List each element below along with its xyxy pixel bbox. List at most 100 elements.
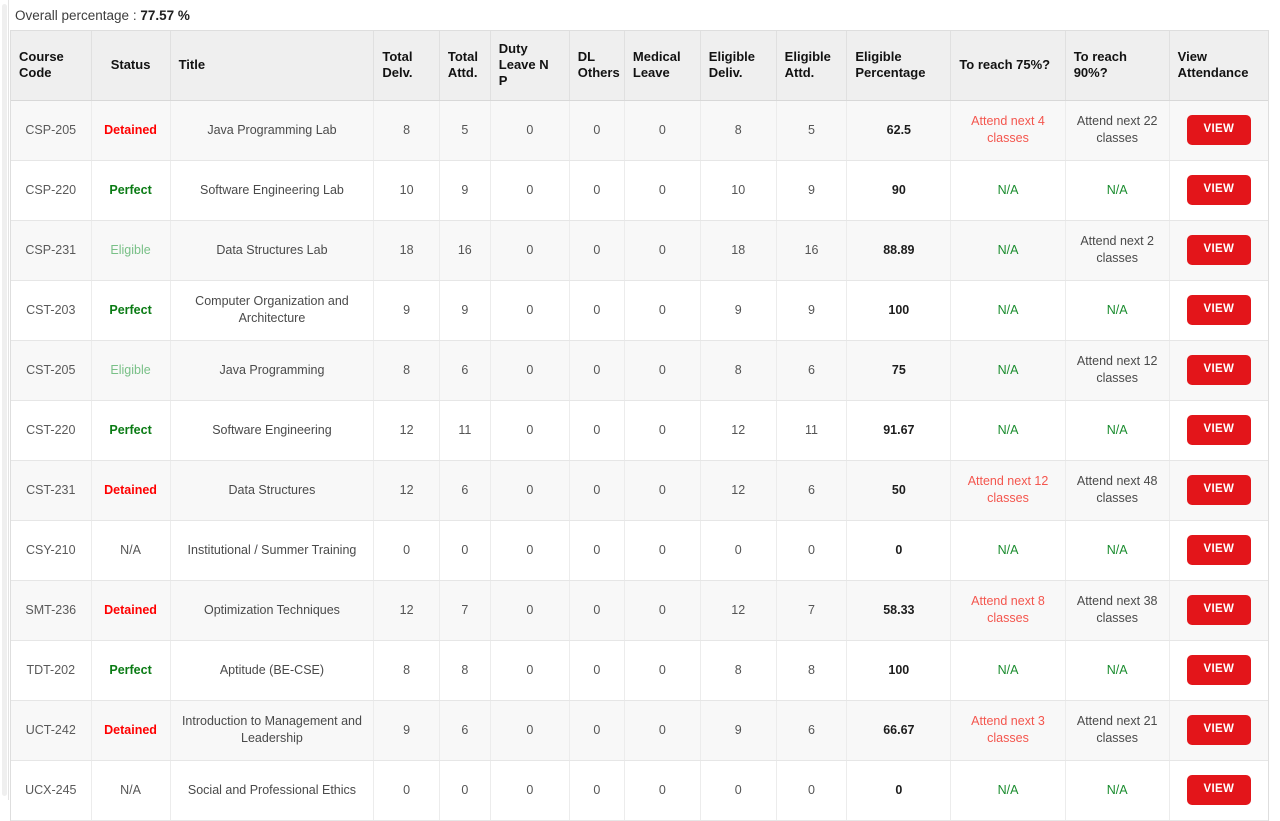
cell-eligible-deliv: 8: [700, 100, 777, 161]
cell-title: Computer Organization and Architecture: [170, 280, 375, 341]
cell-duty-leave-np: 0: [490, 400, 570, 461]
cell-duty-leave-np-text: 0: [526, 182, 534, 197]
cell-total-delv-text: 0: [403, 542, 411, 557]
cell-eligible-percentage: 58.33: [846, 580, 952, 641]
cell-dl-others-text: 0: [593, 182, 601, 197]
cell-status: Eligible: [91, 220, 171, 281]
cell-status: Detained: [91, 460, 171, 521]
cell-eligible-percentage: 90: [846, 160, 952, 221]
cell-status-text: Perfect: [109, 182, 152, 197]
cell-to-reach-75: Attend next 4 classes: [950, 100, 1066, 161]
cell-eligible-attd: 6: [776, 460, 848, 521]
cell-status: Eligible: [91, 340, 171, 401]
cell-title-text: Java Programming: [219, 362, 325, 377]
cell-status: N/A: [91, 520, 171, 581]
cell-status: Perfect: [91, 280, 171, 341]
cell-eligible-attd-text: 0: [808, 782, 815, 797]
view-attendance-button[interactable]: VIEW: [1186, 235, 1252, 265]
cell-medical-leave: 0: [624, 160, 701, 221]
cell-to-reach-75-text: Attend next 8 classes: [971, 594, 1045, 626]
cell-course-code: CSP-220: [11, 160, 92, 221]
cell-total-attd-text: 0: [461, 542, 469, 557]
scrollbar-thumb[interactable]: [2, 4, 7, 796]
cell-total-delv: 12: [373, 580, 440, 641]
table-row: TDT-202 Perfect Aptitude (BE-CSE) 8 8 0 0 0 8 8 10…: [11, 640, 1268, 701]
cell-duty-leave-np: 0: [490, 100, 570, 161]
cell-medical-leave-text: 0: [658, 602, 666, 617]
cell-status-text: N/A: [120, 782, 141, 797]
view-attendance-button[interactable]: VIEW: [1186, 295, 1252, 325]
cell-total-attd-text: 9: [461, 302, 469, 317]
view-attendance-button[interactable]: VIEW: [1186, 715, 1252, 745]
cell-dl-others: 0: [569, 400, 625, 461]
cell-dl-others: 0: [569, 460, 625, 521]
cell-total-delv: 8: [373, 640, 440, 701]
cell-to-reach-75: Attend next 3 classes: [950, 700, 1066, 761]
cell-to-reach-90-text: Attend next 12 classes: [1076, 354, 1158, 386]
cell-total-attd-text: 7: [461, 602, 469, 617]
cell-view-attendance: VIEW: [1169, 400, 1268, 461]
view-attendance-button[interactable]: VIEW: [1186, 595, 1252, 625]
cell-title-text: Social and Professional Ethics: [187, 782, 357, 797]
cell-to-reach-75-text: N/A: [997, 662, 1019, 677]
cell-dl-others-text: 0: [593, 242, 601, 257]
cell-total-delv: 9: [373, 700, 440, 761]
cell-eligible-percentage: 100: [846, 280, 952, 341]
cell-duty-leave-np-text: 0: [526, 602, 534, 617]
cell-total-delv-text: 9: [403, 722, 411, 737]
cell-status-text: Eligible: [110, 242, 151, 257]
cell-to-reach-75-text: N/A: [997, 782, 1019, 797]
cell-medical-leave: 0: [624, 700, 701, 761]
cell-to-reach-75: N/A: [950, 760, 1066, 821]
view-attendance-button[interactable]: VIEW: [1186, 415, 1252, 445]
cell-eligible-percentage: 66.67: [846, 700, 952, 761]
cell-eligible-percentage: 62.5: [846, 100, 952, 161]
view-attendance-button[interactable]: VIEW: [1186, 175, 1252, 205]
cell-total-delv-text: 12: [399, 482, 414, 497]
cell-title-text: Computer Organization and Architecture: [195, 294, 349, 326]
cell-eligible-attd: 5: [776, 100, 848, 161]
cell-title: Java Programming: [170, 340, 375, 401]
cell-title: Optimization Techniques: [170, 580, 375, 641]
view-attendance-button[interactable]: VIEW: [1186, 655, 1252, 685]
cell-dl-others: 0: [569, 340, 625, 401]
cell-duty-leave-np-text: 0: [526, 542, 534, 557]
cell-eligible-deliv-text: 8: [734, 122, 742, 137]
cell-medical-leave-text: 0: [658, 542, 666, 557]
cell-eligible-deliv-text: 0: [734, 782, 742, 797]
cell-title-text: Introduction to Management and Leadershi…: [181, 714, 362, 746]
overall-percentage-value: 77.57 %: [140, 8, 190, 23]
cell-dl-others: 0: [569, 280, 625, 341]
cell-medical-leave-text: 0: [658, 722, 666, 737]
cell-to-reach-90: N/A: [1065, 520, 1170, 581]
cell-total-attd-text: 6: [461, 722, 469, 737]
view-attendance-button[interactable]: VIEW: [1186, 475, 1252, 505]
cell-to-reach-90-text: Attend next 38 classes: [1076, 594, 1158, 626]
page-scrollbar[interactable]: [0, 0, 9, 800]
cell-view-attendance: VIEW: [1169, 220, 1268, 281]
cell-duty-leave-np-text: 0: [526, 242, 534, 257]
cell-to-reach-90: Attend next 48 classes: [1065, 460, 1170, 521]
cell-eligible-percentage: 50: [846, 460, 952, 521]
cell-medical-leave-text: 0: [658, 242, 666, 257]
cell-course-code-text: CST-205: [26, 362, 76, 377]
cell-eligible-attd: 7: [776, 580, 848, 641]
view-attendance-button[interactable]: VIEW: [1186, 115, 1252, 145]
view-attendance-button[interactable]: VIEW: [1186, 775, 1252, 805]
cell-dl-others-text: 0: [593, 362, 601, 377]
cell-to-reach-75-text: N/A: [997, 362, 1019, 377]
cell-total-delv-text: 8: [403, 662, 411, 677]
cell-eligible-percentage-text: 100: [888, 662, 910, 677]
cell-eligible-deliv: 12: [700, 460, 777, 521]
cell-eligible-percentage-text: 58.33: [883, 602, 915, 617]
cell-medical-leave-text: 0: [658, 302, 666, 317]
view-attendance-button[interactable]: VIEW: [1186, 355, 1252, 385]
cell-to-reach-75: N/A: [950, 340, 1066, 401]
cell-course-code: CSY-210: [11, 520, 92, 581]
view-attendance-button[interactable]: VIEW: [1186, 535, 1252, 565]
cell-total-delv-text: 8: [403, 122, 411, 137]
cell-eligible-deliv-text: 12: [731, 482, 746, 497]
cell-dl-others-text: 0: [593, 542, 601, 557]
cell-duty-leave-np: 0: [490, 220, 570, 281]
cell-course-code: UCX-245: [11, 760, 92, 821]
